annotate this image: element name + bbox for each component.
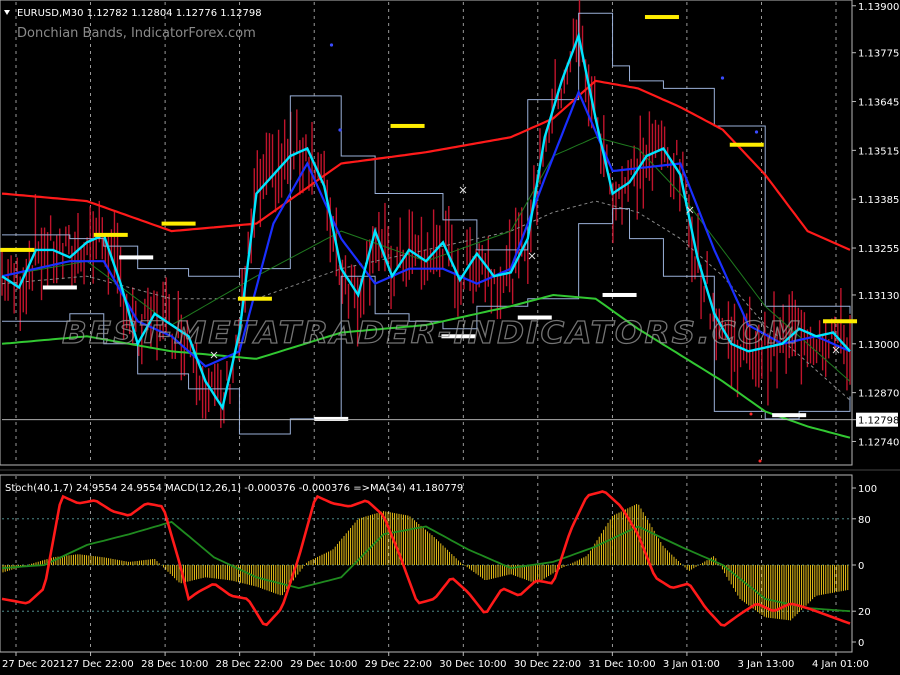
price-tick-label: 1.12870 — [858, 389, 899, 400]
time-tick-label: 30 Dec 22:00 — [514, 659, 581, 670]
time-tick-label: 29 Dec 22:00 — [365, 659, 432, 670]
high-marker — [93, 232, 128, 237]
time-tick-label: 27 Dec 22:00 — [67, 659, 134, 670]
low-marker — [772, 413, 807, 418]
time-tick-label: 3 Jan 01:00 — [663, 659, 720, 670]
time-tick-label: 4 Jan 01:00 — [812, 659, 869, 670]
high-marker — [0, 247, 35, 252]
oscillator-tick-label: 0 — [858, 561, 864, 572]
oscillator-axis: 100 80 0 20 0 — [852, 484, 877, 649]
time-tick-label: 27 Dec 2021 — [2, 659, 66, 670]
indicator-header: Stoch(40,1,7) 24.9554 24.9554 MACD(12,26… — [5, 483, 463, 494]
price-tick-label: 1.13900 — [858, 2, 899, 13]
time-tick-label: 3 Jan 13:00 — [737, 659, 794, 670]
signal-dot — [338, 128, 342, 132]
time-tick-label: 30 Dec 10:00 — [439, 659, 506, 670]
price-tick-label: 1.13255 — [858, 244, 899, 255]
price-panel — [0, 0, 853, 466]
oscillator-tick-label: 20 — [858, 607, 871, 618]
oscillator-tick-label: 100 — [858, 484, 877, 495]
price-tick-label: 1.13000 — [858, 340, 899, 351]
signal-dot — [749, 412, 753, 416]
high-marker — [237, 296, 272, 301]
signal-dot — [758, 459, 762, 463]
current-price-label: 1.12798 — [858, 416, 899, 427]
signal-dot — [720, 76, 725, 80]
high-marker — [729, 142, 764, 147]
low-marker — [314, 416, 349, 421]
time-tick-label: 28 Dec 10:00 — [141, 659, 208, 670]
price-tick-label: 1.13515 — [858, 146, 899, 157]
price-tick-label: 1.13385 — [858, 195, 899, 206]
indicator-name: Donchian Bands, IndicatorForex.com — [17, 26, 256, 41]
high-marker — [161, 221, 196, 226]
chart-canvas: BEST-METATRADER-INDICATORS.COM EURUSD,M3… — [0, 0, 900, 670]
oscillator-tick-label: 80 — [858, 515, 871, 526]
price-tick-label: 1.13775 — [858, 49, 899, 60]
time-tick-label: 29 Dec 10:00 — [290, 659, 357, 670]
price-tick-label: 1.13130 — [858, 291, 899, 302]
low-marker — [119, 255, 154, 260]
symbol-header: EURUSD,M30 1.12782 1.12804 1.12776 1.127… — [17, 8, 262, 19]
signal-dot — [754, 130, 759, 134]
low-marker — [42, 285, 77, 290]
signal-dot — [329, 43, 334, 47]
time-axis: 27 Dec 2021 27 Dec 22:00 28 Dec 10:00 28 De… — [2, 652, 869, 670]
oscillator-tick-label: 0 — [858, 638, 864, 649]
time-tick-label: 28 Dec 22:00 — [216, 659, 283, 670]
watermark: BEST-METATRADER-INDICATORS.COM — [62, 316, 802, 351]
high-marker — [823, 319, 858, 324]
high-marker — [644, 15, 679, 20]
low-marker — [602, 292, 637, 297]
time-tick-label: 31 Dec 10:00 — [588, 659, 655, 670]
price-tick-label: 1.13645 — [858, 98, 899, 109]
high-marker — [390, 123, 425, 128]
price-tick-label: 1.12740 — [858, 437, 899, 448]
